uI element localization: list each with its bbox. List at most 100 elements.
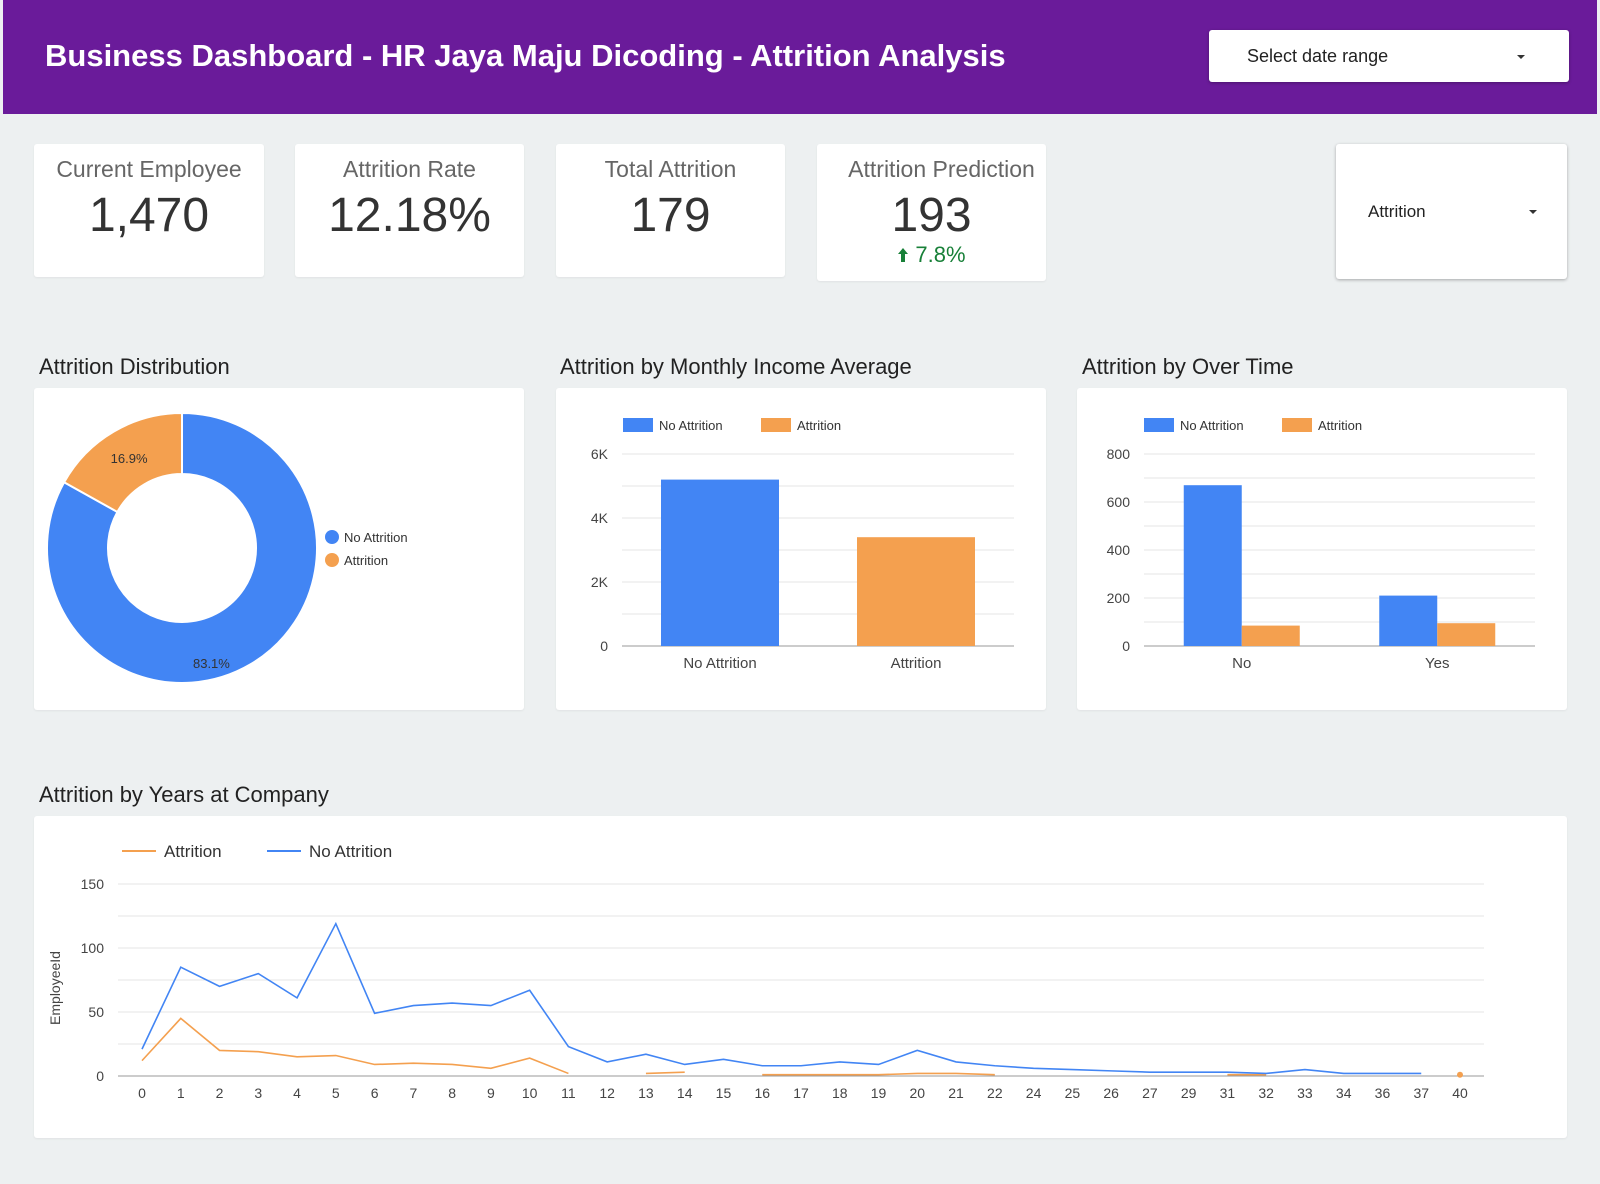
series-line (141, 921, 1422, 1075)
x-tick-label: 12 (599, 1085, 615, 1101)
y-tick-label: 100 (81, 940, 105, 956)
x-tick-label: 20 (910, 1085, 926, 1101)
legend-label: No Attrition (344, 530, 408, 545)
date-range-select[interactable]: Select date range (1209, 30, 1569, 82)
x-tick-label: 19 (871, 1085, 887, 1101)
x-tick-label: 16 (754, 1085, 770, 1101)
y-tick-label: 2K (591, 574, 609, 590)
legend-marker (325, 553, 339, 567)
x-tick-label: 18 (832, 1085, 848, 1101)
donut-value-label: 16.9% (111, 451, 148, 466)
x-tick-label: 32 (1258, 1085, 1274, 1101)
x-tick-label: 7 (409, 1085, 417, 1101)
years-line-chart: 050100150EmployeeId0 1 2 3 4 5 6 7 8 9 10 11 12 13 14 1… (47, 842, 1484, 1101)
section-title-income: Attrition by Monthly Income Average (560, 354, 912, 379)
legend-marker (325, 530, 339, 544)
kpi-value: 179 (630, 189, 711, 242)
y-tick-label: 0 (96, 1068, 104, 1084)
chart-card-years: 0 50 100 150 EmployeeId 0 1 2 3 4 5 6 7 8 9 10 11 12 13 14 1… (34, 816, 1567, 1138)
dashboard-header: Business Dashboard - HR Jaya Maju Dicodi… (3, 0, 1597, 114)
y-tick-label: 4K (591, 510, 609, 526)
x-tick-label: 25 (1065, 1085, 1081, 1101)
date-range-label: Select date range (1247, 46, 1389, 66)
kpi-value: 193 (891, 189, 972, 242)
x-tick-label: 9 (487, 1085, 495, 1101)
attrition-filter-select[interactable]: Attrition (1336, 144, 1567, 279)
kpi-label: Total Attrition (604, 156, 737, 182)
x-tick-label: 13 (638, 1085, 654, 1101)
chart-card-overtime: 0 200 400 600 800 No Yes No Attrition Attrition (1077, 388, 1567, 710)
kpi-label: Attrition Rate (343, 156, 476, 182)
x-tick-label: 26 (1103, 1085, 1119, 1101)
x-tick-label: Attrition (891, 655, 942, 672)
bar (1241, 625, 1300, 646)
y-tick-label: 0 (1122, 638, 1130, 654)
income-bar-chart: 0 2K 4K 6K No Attrition Attrition No Attrition… (591, 418, 1014, 672)
x-tick-label: 36 (1375, 1085, 1391, 1101)
legend-label: Attrition (344, 553, 388, 568)
legend-marker (761, 418, 791, 432)
x-tick-label: 5 (332, 1085, 340, 1101)
legend-marker (1144, 418, 1174, 432)
x-tick-label: 1 (177, 1085, 185, 1101)
bar (1183, 485, 1242, 646)
x-tick-label: 34 (1336, 1085, 1352, 1101)
y-tick-label: 0 (600, 638, 608, 654)
kpi-label: Attrition Prediction (848, 156, 1035, 182)
x-tick-label: 3 (254, 1085, 262, 1101)
legend-label: Attrition (1318, 418, 1362, 433)
series-line (645, 1071, 685, 1075)
x-tick-label: 15 (716, 1085, 732, 1101)
data-point (1457, 1071, 1463, 1078)
y-tick-label: 200 (1107, 590, 1131, 606)
section-title-overtime: Attrition by Over Time (1082, 354, 1294, 379)
donut-chart: 83.1% 16.9% No Attrition Attrition (46, 411, 408, 684)
kpi-delta: 7.8% (817, 242, 1046, 268)
kpi-delta-value: 7.8% (915, 242, 966, 267)
x-tick-label: 0 (138, 1085, 146, 1101)
legend-label: Attrition (164, 842, 222, 861)
y-tick-label: 50 (88, 1004, 104, 1020)
x-tick-label: 40 (1452, 1085, 1468, 1101)
x-tick-label: 27 (1142, 1085, 1158, 1101)
x-tick-label: No Attrition (683, 655, 756, 672)
kpi-total-attrition: Total Attrition 179 (556, 144, 785, 277)
y-tick-label: 800 (1107, 446, 1131, 462)
y-tick-label: 400 (1107, 542, 1131, 558)
x-tick-label: 33 (1297, 1085, 1313, 1101)
kpi-value: 12.18% (328, 189, 491, 242)
x-tick-label: 29 (1181, 1085, 1197, 1101)
x-tick-label: 31 (1220, 1085, 1236, 1101)
x-tick-label: 21 (948, 1085, 964, 1101)
legend-marker (1282, 418, 1312, 432)
x-tick-label: 17 (793, 1085, 809, 1101)
chart-card-distribution: 83.1% 16.9% No Attrition Attrition (34, 388, 524, 710)
y-axis-title: EmployeeId (47, 951, 63, 1025)
overtime-bar-chart: 0 200 400 600 800 No Yes No Attrition Attrition (1107, 418, 1535, 672)
series-line (762, 1072, 995, 1076)
legend-label: Attrition (797, 418, 841, 433)
series-line (141, 1017, 569, 1075)
x-tick-label: 8 (448, 1085, 456, 1101)
chevron-down-icon (1517, 55, 1525, 59)
bar (1437, 623, 1496, 646)
section-title-distribution: Attrition Distribution (39, 354, 230, 379)
kpi-attrition-rate: Attrition Rate 12.18% (295, 144, 524, 277)
kpi-label: Current Employee (56, 156, 242, 182)
bar (661, 479, 779, 646)
legend-label: No Attrition (1180, 418, 1244, 433)
bar (857, 537, 975, 646)
legend-label: No Attrition (659, 418, 723, 433)
x-tick-label: 37 (1413, 1085, 1429, 1101)
arrow-up-icon (898, 248, 909, 262)
y-tick-label: 6K (591, 446, 609, 462)
legend-marker (623, 418, 653, 432)
x-tick-label: 11 (561, 1085, 576, 1101)
x-tick-label: Yes (1425, 655, 1449, 672)
chevron-down-icon (1529, 210, 1537, 214)
chart-card-income: 0 2K 4K 6K No Attrition Attrition No Attrition… (556, 388, 1046, 710)
y-tick-label: 150 (81, 876, 105, 892)
kpi-value: 1,470 (88, 189, 210, 242)
x-tick-label: 6 (371, 1085, 379, 1101)
x-tick-label: No (1232, 655, 1251, 672)
